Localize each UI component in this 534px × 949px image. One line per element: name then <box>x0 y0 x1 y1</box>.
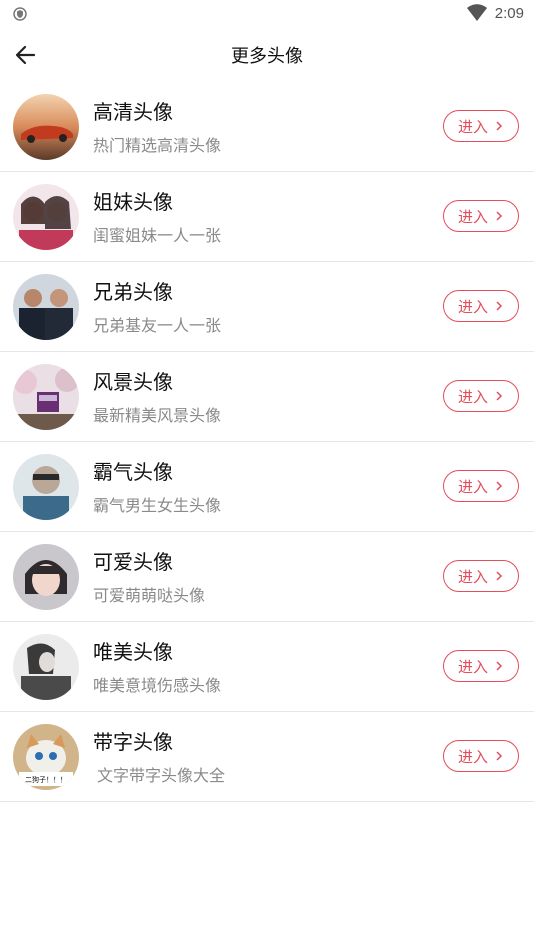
enter-button[interactable]: 进入 <box>443 110 519 142</box>
avatar-scenery <box>13 364 79 430</box>
avatar-hd <box>13 94 79 160</box>
enter-button-label: 进入 <box>457 297 488 316</box>
list-item[interactable]: 唯美头像 唯美意境伤感头像 进入 <box>0 622 534 712</box>
list-item[interactable]: 二狗子！！！ 带字头像 文字带字头像大全 进入 <box>0 712 534 802</box>
status-time: 2:09 <box>494 4 524 22</box>
wifi-icon <box>466 4 487 22</box>
item-title: 兄弟头像 <box>93 280 173 304</box>
enter-button-label: 进入 <box>457 477 488 496</box>
item-title: 带字头像 <box>93 730 173 754</box>
item-title: 可爱头像 <box>93 550 173 574</box>
item-title: 唯美头像 <box>93 640 173 664</box>
list-item[interactable]: 风景头像 最新精美风景头像 进入 <box>0 352 534 442</box>
enter-button[interactable]: 进入 <box>443 290 519 322</box>
item-description: 文字带字头像大全 <box>97 766 226 785</box>
list-item[interactable]: 高清头像 热门精选高清头像 进入 <box>0 82 534 172</box>
status-bar: 2:09 <box>0 0 534 28</box>
enter-button-label: 进入 <box>457 747 488 766</box>
chevron-right-icon <box>496 571 503 581</box>
item-description: 闺蜜姐妹一人一张 <box>93 226 222 245</box>
chevron-right-icon <box>496 391 503 401</box>
item-title: 高清头像 <box>93 100 173 124</box>
enter-button[interactable]: 进入 <box>443 740 519 772</box>
list-item[interactable]: 可爱头像 可爱萌萌哒头像 进入 <box>0 532 534 622</box>
avatar-text: 二狗子！！！ <box>13 724 79 790</box>
chevron-right-icon <box>496 481 503 491</box>
list-item[interactable]: 霸气头像 霸气男生女生头像 进入 <box>0 442 534 532</box>
list-item[interactable]: 兄弟头像 兄弟基友一人一张 进入 <box>0 262 534 352</box>
chevron-right-icon <box>496 211 503 221</box>
list-item[interactable]: 姐妹头像 闺蜜姐妹一人一张 进入 <box>0 172 534 262</box>
status-right: 2:09 <box>466 4 524 22</box>
chevron-right-icon <box>496 661 503 671</box>
enter-button[interactable]: 进入 <box>443 560 519 592</box>
item-description: 最新精美风景头像 <box>93 406 222 425</box>
item-description: 兄弟基友一人一张 <box>93 316 222 335</box>
item-description: 霸气男生女生头像 <box>93 496 222 515</box>
enter-button[interactable]: 进入 <box>443 200 519 232</box>
avatar-cute <box>13 544 79 610</box>
avatar-category-list: 高清头像 热门精选高清头像 进入 姐妹头像 闺蜜姐妹一人一张 进入 兄弟头像 兄… <box>0 82 534 802</box>
enter-button-label: 进入 <box>457 657 488 676</box>
shield-icon <box>12 6 28 22</box>
app-header: 更多头像 <box>0 28 534 82</box>
page-title: 更多头像 <box>231 46 303 67</box>
item-title: 风景头像 <box>93 370 173 394</box>
enter-button-label: 进入 <box>457 567 488 586</box>
enter-button-label: 进入 <box>457 387 488 406</box>
enter-button[interactable]: 进入 <box>443 650 519 682</box>
item-description: 热门精选高清头像 <box>93 136 222 155</box>
item-description: 唯美意境伤感头像 <box>93 676 222 695</box>
avatar-sisters <box>13 184 79 250</box>
avatar-caption: 二狗子！！！ <box>25 775 67 784</box>
item-title: 霸气头像 <box>93 460 173 484</box>
chevron-right-icon <box>496 301 503 311</box>
avatar-brothers <box>13 274 79 340</box>
chevron-right-icon <box>496 751 503 761</box>
item-description: 可爱萌萌哒头像 <box>93 586 206 605</box>
avatar-aesthetic <box>13 634 79 700</box>
chevron-right-icon <box>496 121 503 131</box>
enter-button-label: 进入 <box>457 207 488 226</box>
avatar-domineering <box>13 454 79 520</box>
item-title: 姐妹头像 <box>93 190 173 214</box>
enter-button[interactable]: 进入 <box>443 380 519 412</box>
enter-button[interactable]: 进入 <box>443 470 519 502</box>
enter-button-label: 进入 <box>457 117 488 136</box>
